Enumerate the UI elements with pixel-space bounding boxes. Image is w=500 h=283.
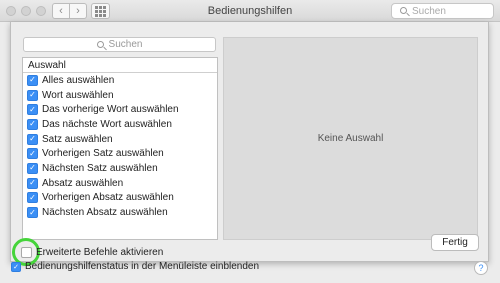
commands-list[interactable]: Auswahl ✓ Alles auswählen ✓ Wort auswählen ✓… <box>22 57 218 240</box>
list-item[interactable]: ✓ Vorherigen Absatz auswählen <box>23 191 217 206</box>
search-icon <box>96 41 104 48</box>
list-item[interactable]: ✓ Absatz auswählen <box>23 176 217 191</box>
close-window-button[interactable] <box>6 6 16 16</box>
list-item-label: Alles auswählen <box>42 74 115 86</box>
commands-sheet: Suchen Auswahl ✓ Alles auswählen ✓ Wort aus… <box>10 22 489 266</box>
item-checkbox[interactable]: ✓ <box>27 133 38 145</box>
window-title: Bedienungshilfen <box>207 5 293 17</box>
forward-button[interactable]: › <box>69 3 87 19</box>
item-checkbox[interactable]: ✓ <box>27 104 38 116</box>
help-button[interactable]: ? <box>474 261 488 275</box>
list-item-label: Absatz auswählen <box>42 177 124 189</box>
chevron-left-icon: ‹ <box>59 5 63 17</box>
list-item[interactable]: ✓ Alles auswählen <box>23 73 217 88</box>
list-item-label: Nächsten Satz auswählen <box>42 162 158 174</box>
list-item-label: Das nächste Wort auswählen <box>42 118 172 130</box>
list-item[interactable]: ✓ Wort auswählen <box>23 88 217 103</box>
item-checkbox[interactable]: ✓ <box>27 162 38 174</box>
list-item-label: Vorherigen Satz auswählen <box>42 148 164 160</box>
item-checkbox[interactable]: ✓ <box>27 148 38 160</box>
list-item-label: Das vorherige Wort auswählen <box>42 104 179 116</box>
list-item-label: Wort auswählen <box>42 89 114 101</box>
chevron-right-icon: › <box>76 5 80 17</box>
item-checkbox[interactable]: ✓ <box>27 118 38 130</box>
search-icon <box>400 7 407 14</box>
list-item-label: Satz auswählen <box>42 133 113 145</box>
show-all-button[interactable] <box>91 3 110 19</box>
list-item[interactable]: ✓ Das nächste Wort auswählen <box>23 117 217 132</box>
minimize-window-button[interactable] <box>21 6 31 16</box>
sheet-search-input[interactable]: Suchen <box>23 37 216 52</box>
list-header: Auswahl <box>23 58 217 73</box>
menubar-status-checkbox[interactable]: ✓ <box>11 262 21 272</box>
grid-icon <box>95 5 106 17</box>
zoom-window-button[interactable] <box>36 6 46 16</box>
list-item[interactable]: ✓ Satz auswählen <box>23 132 217 147</box>
extended-commands-label: Erweiterte Befehle aktivieren <box>36 247 164 258</box>
item-checkbox[interactable]: ✓ <box>27 89 38 101</box>
window-search-placeholder: Suchen <box>412 5 446 17</box>
window-search-input[interactable]: Suchen <box>391 3 494 19</box>
detail-pane: Keine Auswahl <box>223 37 478 240</box>
list-item[interactable]: ✓ Nächsten Absatz auswählen <box>23 205 217 220</box>
item-checkbox[interactable]: ✓ <box>27 177 38 189</box>
list-item[interactable]: ✓ Nächsten Satz auswählen <box>23 161 217 176</box>
back-button[interactable]: ‹ <box>52 3 70 19</box>
title-bar: ‹ › Bedienungshilfen Suchen <box>0 0 500 22</box>
menubar-status-label: Bedienungshilfenstatus in der Menüleiste… <box>25 261 260 272</box>
detail-placeholder: Keine Auswahl <box>317 133 384 144</box>
list-item[interactable]: ✓ Vorherigen Satz auswählen <box>23 146 217 161</box>
item-checkbox[interactable]: ✓ <box>27 192 38 204</box>
item-checkbox[interactable]: ✓ <box>27 74 38 86</box>
list-item[interactable]: ✓ Das vorherige Wort auswählen <box>23 102 217 117</box>
list-item-label: Vorherigen Absatz auswählen <box>42 192 174 204</box>
item-checkbox[interactable]: ✓ <box>27 207 38 219</box>
sheet-search-placeholder: Suchen <box>108 39 143 50</box>
done-button[interactable]: Fertig <box>431 234 479 251</box>
list-item-label: Nächsten Absatz auswählen <box>42 207 168 219</box>
